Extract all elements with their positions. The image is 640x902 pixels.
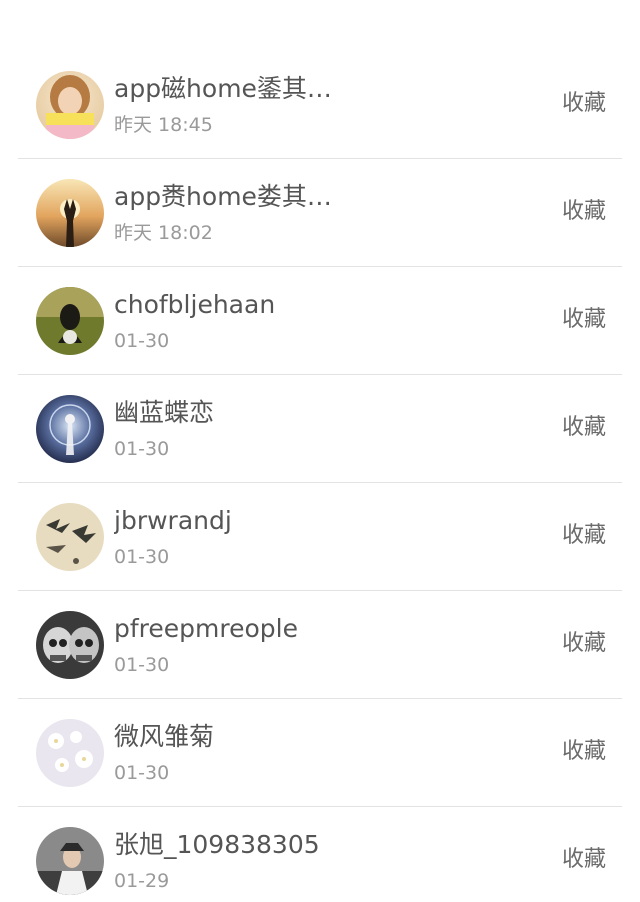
- avatar[interactable]: [36, 827, 104, 895]
- chat-list-page: app磁home鋈其… 昨天 18:45 收藏 app赉home娄其… 昨天 1…: [0, 0, 640, 902]
- list-item[interactable]: chofbljehaan 01-30 收藏: [0, 267, 640, 375]
- list-item[interactable]: jbrwrandj 01-30 收藏: [0, 483, 640, 591]
- contact-name: 幽蓝蝶恋: [114, 398, 215, 427]
- contact-name: app磁home鋈其…: [114, 74, 332, 103]
- favorite-button[interactable]: 收藏: [562, 629, 606, 659]
- favorite-button[interactable]: 收藏: [562, 737, 606, 767]
- contact-name: pfreepmreople: [114, 614, 298, 643]
- favorite-button[interactable]: 收藏: [562, 521, 606, 551]
- avatar[interactable]: [36, 287, 104, 355]
- avatar[interactable]: [36, 395, 104, 463]
- list-item[interactable]: 张旭_109838305 01-29 收藏: [0, 807, 640, 902]
- message-time: 01-30: [114, 438, 170, 460]
- list-item[interactable]: 幽蓝蝶恋 01-30 收藏: [0, 375, 640, 483]
- avatar[interactable]: [36, 719, 104, 787]
- list-item[interactable]: pfreepmreople 01-30 收藏: [0, 591, 640, 699]
- message-time: 01-29: [114, 870, 170, 892]
- message-time: 01-30: [114, 762, 170, 784]
- favorite-button[interactable]: 收藏: [562, 845, 606, 875]
- favorite-button[interactable]: 收藏: [562, 89, 606, 119]
- contact-name: 微风雏菊: [114, 722, 215, 751]
- message-time: 昨天 18:02: [114, 222, 213, 244]
- avatar[interactable]: [36, 71, 104, 139]
- contact-name: jbrwrandj: [114, 506, 232, 535]
- contact-list: app磁home鋈其… 昨天 18:45 收藏 app赉home娄其… 昨天 1…: [0, 51, 640, 902]
- contact-name: chofbljehaan: [114, 290, 276, 319]
- list-item[interactable]: app磁home鋈其… 昨天 18:45 收藏: [0, 51, 640, 159]
- contact-name: app赉home娄其…: [114, 182, 332, 211]
- message-time: 01-30: [114, 654, 170, 676]
- list-item[interactable]: app赉home娄其… 昨天 18:02 收藏: [0, 159, 640, 267]
- favorite-button[interactable]: 收藏: [562, 197, 606, 227]
- avatar[interactable]: [36, 503, 104, 571]
- avatar[interactable]: [36, 179, 104, 247]
- message-time: 昨天 18:45: [114, 114, 213, 136]
- message-time: 01-30: [114, 330, 170, 352]
- favorite-button[interactable]: 收藏: [562, 305, 606, 335]
- message-time: 01-30: [114, 546, 170, 568]
- list-item[interactable]: 微风雏菊 01-30 收藏: [0, 699, 640, 807]
- favorite-button[interactable]: 收藏: [562, 413, 606, 443]
- avatar[interactable]: [36, 611, 104, 679]
- contact-name: 张旭_109838305: [114, 830, 320, 859]
